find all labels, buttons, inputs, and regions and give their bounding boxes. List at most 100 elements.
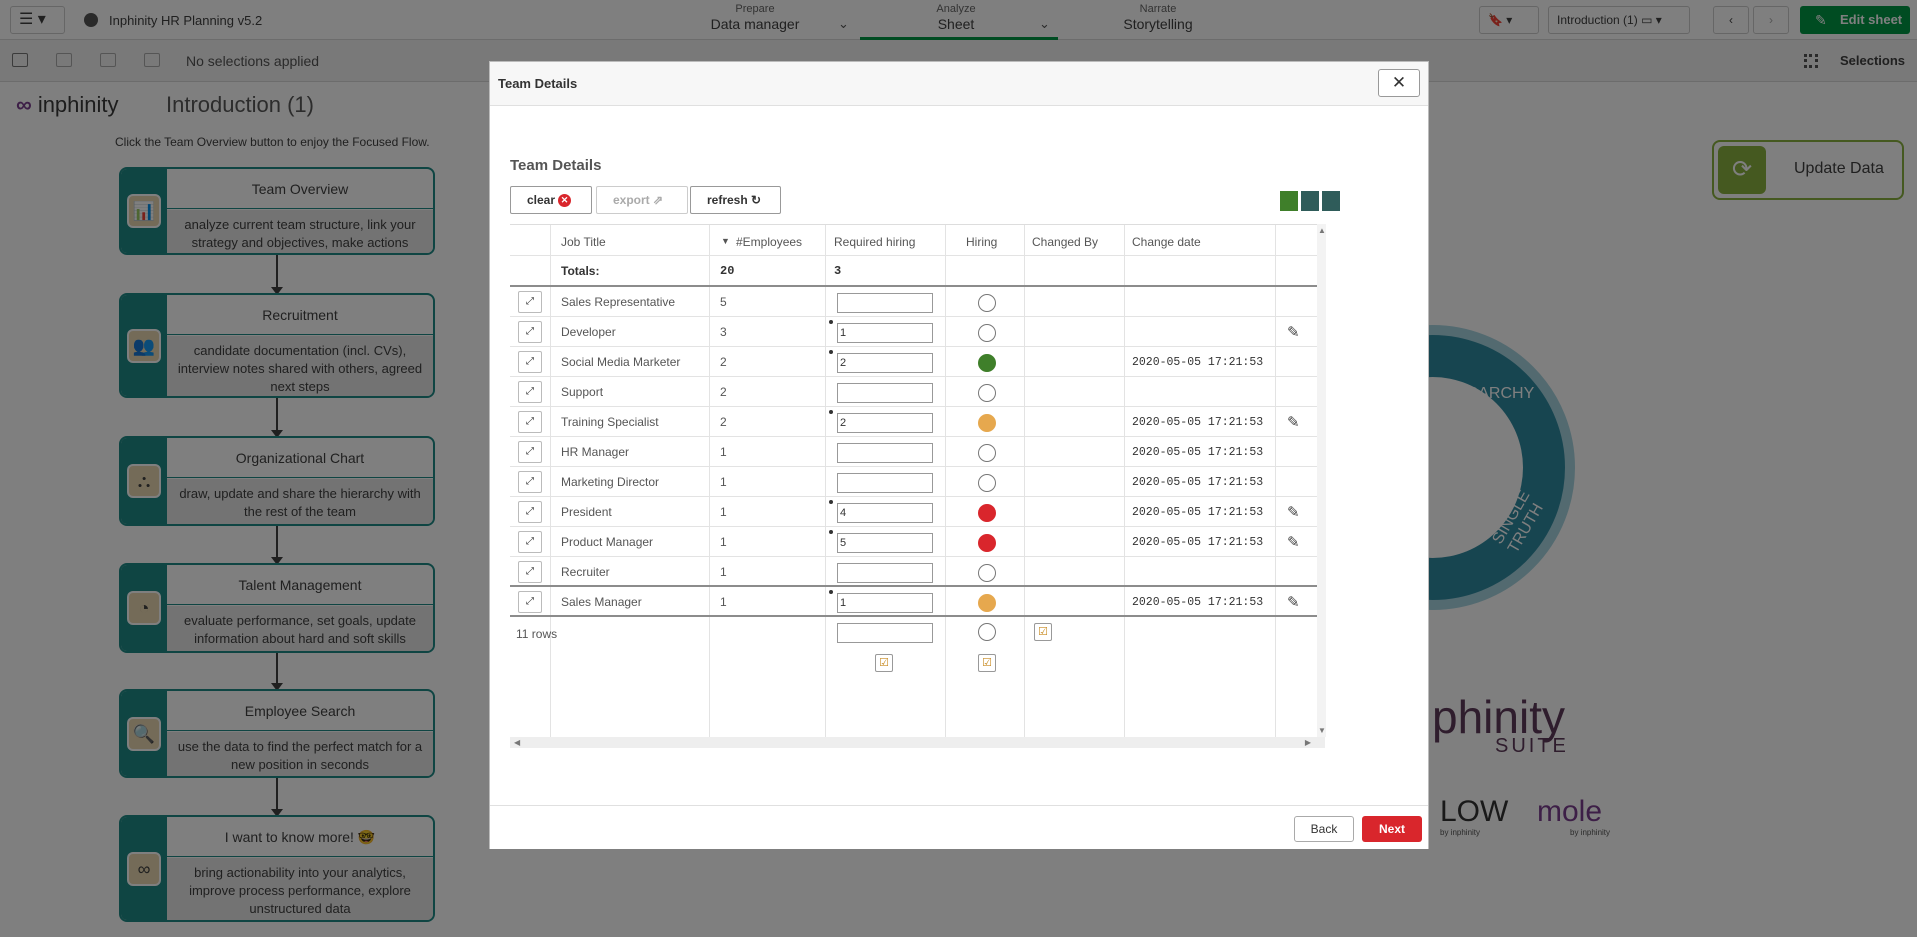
hiring-status-indicator[interactable]	[978, 414, 996, 432]
change-date-cell: 2020-05-05 17:21:53	[1132, 596, 1264, 609]
changed-marker	[829, 500, 833, 504]
edit-pencil-icon[interactable]: ✎	[1287, 413, 1300, 431]
col-header-change-date[interactable]: Change date	[1132, 235, 1201, 249]
table-row: ⤢ Social Media Marketer 2 2 2020-05-05 17:21…	[510, 347, 1325, 377]
table-row: ⤢ Sales Representative 5	[510, 287, 1325, 317]
required-hiring-input[interactable]	[837, 293, 933, 313]
totals-label: Totals:	[561, 264, 600, 278]
expand-icon[interactable]: ⤢	[518, 411, 542, 433]
employees-cell: 1	[720, 535, 727, 549]
job-title-cell: HR Manager	[561, 445, 630, 459]
next-button[interactable]: Next	[1362, 816, 1422, 842]
required-hiring-input[interactable]: 4	[837, 503, 933, 523]
required-hiring-input[interactable]	[837, 563, 933, 583]
edit-pencil-icon[interactable]: ✎	[1287, 593, 1300, 611]
changed-marker	[829, 410, 833, 414]
expand-icon[interactable]: ⤢	[518, 501, 542, 523]
expand-icon[interactable]: ⤢	[518, 441, 542, 463]
scroll-left-icon[interactable]: ◀	[514, 738, 520, 747]
dialog-title: Team Details	[498, 76, 578, 91]
required-hiring-input[interactable]: 2	[837, 353, 933, 373]
total-employees: 20	[720, 264, 735, 278]
employees-cell: 5	[720, 295, 727, 309]
close-button[interactable]: ✕	[1378, 69, 1420, 97]
person-icon	[1301, 191, 1319, 211]
hiring-status-indicator[interactable]	[978, 324, 996, 342]
edit-pencil-icon[interactable]: ✎	[1287, 533, 1300, 551]
col-header-hiring[interactable]: Hiring	[966, 235, 997, 249]
refresh-label: refresh	[707, 193, 748, 207]
hiring-status-indicator[interactable]	[978, 474, 996, 492]
changed-marker	[829, 350, 833, 354]
vertical-scrollbar[interactable]: ▲ ▼	[1317, 224, 1326, 737]
required-hiring-input[interactable]	[837, 443, 933, 463]
back-button[interactable]: Back	[1294, 816, 1354, 842]
team-people-icon	[1280, 191, 1343, 214]
required-hiring-input[interactable]	[837, 383, 933, 403]
checkbox[interactable]: ☑	[1034, 623, 1052, 641]
person-icon	[1280, 191, 1298, 211]
job-title-cell: Recruiter	[561, 565, 610, 579]
expand-icon[interactable]: ⤢	[518, 321, 542, 343]
clear-button[interactable]: clear ✕	[510, 186, 592, 214]
job-title-cell: Training Specialist	[561, 415, 659, 429]
job-title-cell: Social Media Marketer	[561, 355, 681, 369]
expand-icon[interactable]: ⤢	[518, 591, 542, 613]
employees-cell: 1	[720, 445, 727, 459]
table-row: ⤢ HR Manager 1 2020-05-05 17:21:53	[510, 437, 1325, 467]
expand-icon[interactable]: ⤢	[518, 561, 542, 583]
expand-icon[interactable]: ⤢	[518, 531, 542, 553]
table-row: ⤢ Training Specialist 2 2 2020-05-05 17:21:5…	[510, 407, 1325, 437]
total-required: 3	[834, 264, 842, 278]
dialog-header: Team Details ✕	[490, 62, 1428, 106]
hiring-status-indicator[interactable]	[978, 294, 996, 312]
hiring-status-indicator[interactable]	[978, 354, 996, 372]
required-hiring-input[interactable]: 1	[837, 323, 933, 343]
employees-cell: 1	[720, 595, 727, 609]
checkbox[interactable]: ☑	[875, 654, 893, 672]
required-hiring-input[interactable]: 2	[837, 413, 933, 433]
col-header-job-title[interactable]: Job Title	[561, 235, 606, 249]
hiring-status-indicator[interactable]	[978, 504, 996, 522]
hiring-status-indicator[interactable]	[978, 564, 996, 582]
col-header-required-hiring[interactable]: Required hiring	[834, 235, 915, 249]
expand-icon[interactable]: ⤢	[518, 381, 542, 403]
scroll-right-icon[interactable]: ▶	[1305, 738, 1311, 747]
refresh-icon: ↻	[751, 193, 762, 207]
change-date-cell: 2020-05-05 17:21:53	[1132, 536, 1264, 549]
checkbox[interactable]: ☑	[978, 654, 996, 672]
refresh-button[interactable]: refresh ↻	[690, 186, 781, 214]
hiring-status-indicator[interactable]	[978, 594, 996, 612]
table-row: ⤢ Marketing Director 1 2020-05-05 17:21:53	[510, 467, 1325, 497]
hiring-status-indicator[interactable]	[978, 384, 996, 402]
close-icon: ✕	[1391, 73, 1407, 92]
clear-x-icon: ✕	[558, 194, 572, 208]
required-hiring-input[interactable]	[837, 473, 933, 493]
table-row: ⤢ Support 2	[510, 377, 1325, 407]
employees-cell: 1	[720, 565, 727, 579]
export-button[interactable]: export ⇗	[596, 186, 688, 214]
expand-icon[interactable]: ⤢	[518, 351, 542, 373]
required-hiring-input[interactable]: 5	[837, 533, 933, 553]
required-hiring-input[interactable]	[837, 623, 933, 643]
table-row: ⤢ Sales Manager 1 1 2020-05-05 17:21:53 ✎	[510, 587, 1325, 617]
employees-cell: 3	[720, 325, 727, 339]
hiring-status-indicator[interactable]	[978, 534, 996, 552]
sort-desc-icon[interactable]: ▼	[721, 236, 730, 246]
hiring-status-indicator[interactable]	[978, 444, 996, 462]
change-date-cell: 2020-05-05 17:21:53	[1132, 476, 1264, 489]
hiring-status-indicator[interactable]	[978, 623, 996, 641]
scroll-down-icon[interactable]: ▼	[1318, 726, 1326, 735]
edit-pencil-icon[interactable]: ✎	[1287, 323, 1300, 341]
expand-icon[interactable]: ⤢	[518, 471, 542, 493]
required-hiring-input[interactable]: 1	[837, 593, 933, 613]
col-header-employees[interactable]: #Employees	[736, 235, 802, 249]
changed-marker	[829, 530, 833, 534]
change-date-cell: 2020-05-05 17:21:53	[1132, 416, 1264, 429]
edit-pencil-icon[interactable]: ✎	[1287, 503, 1300, 521]
horizontal-scrollbar[interactable]: ◀ ▶	[510, 737, 1325, 748]
col-header-changed-by[interactable]: Changed By	[1032, 235, 1098, 249]
job-title-cell: Marketing Director	[561, 475, 660, 489]
expand-icon[interactable]: ⤢	[518, 291, 542, 313]
scroll-up-icon[interactable]: ▲	[1318, 226, 1326, 235]
